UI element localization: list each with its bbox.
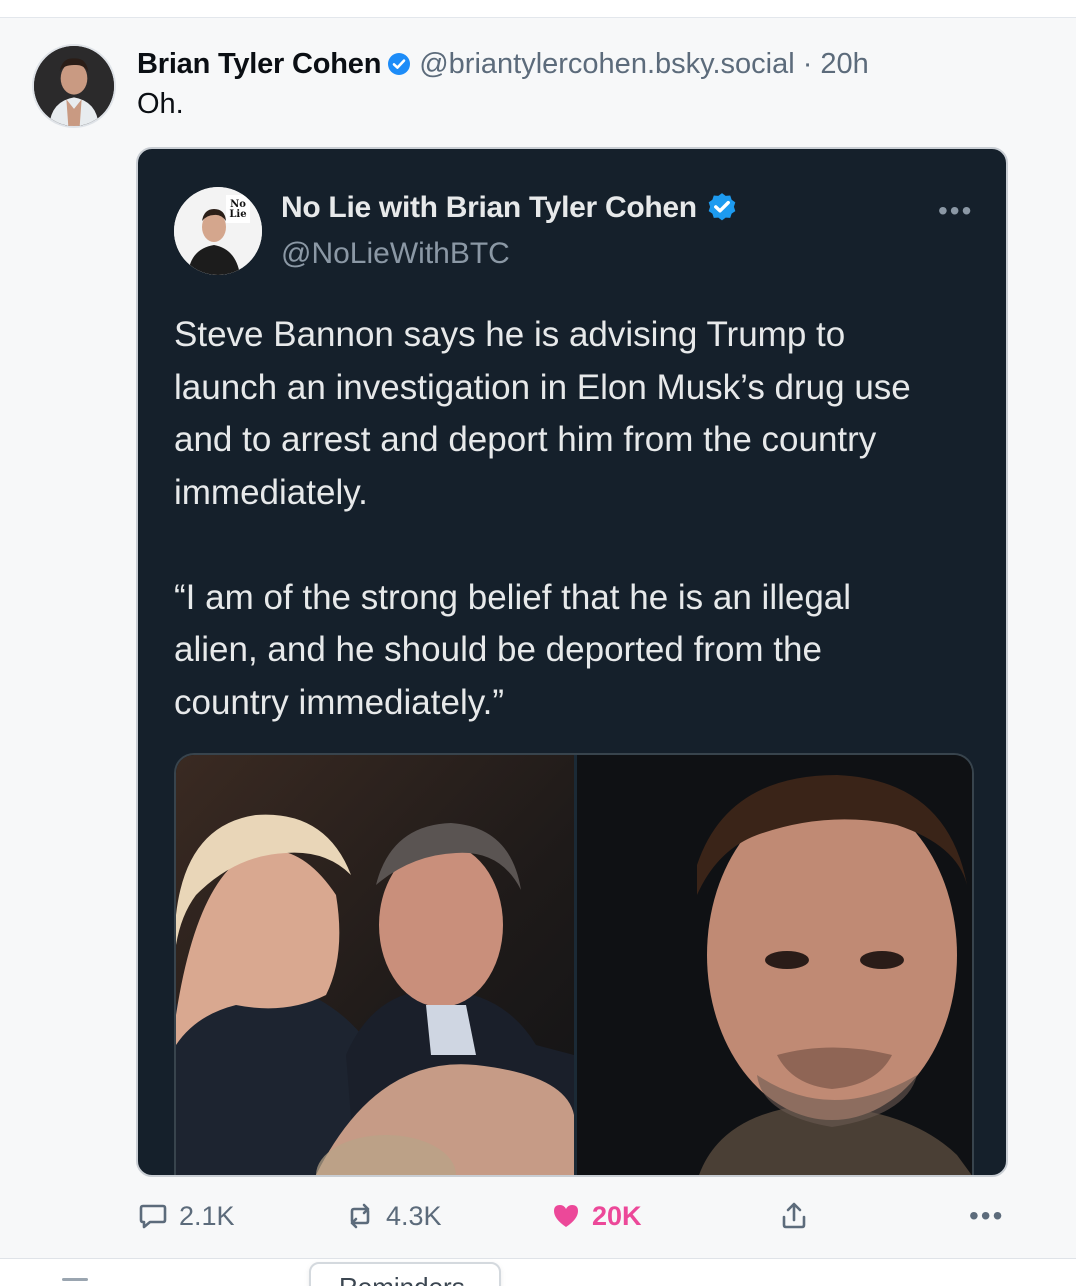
author-display-name[interactable]: Brian Tyler Cohen [137, 48, 381, 81]
reply-count: 2.1K [179, 1200, 235, 1231]
share-icon [782, 1202, 806, 1229]
embedded-more-icon: ••• [938, 195, 974, 226]
repost-count: 4.3K [386, 1200, 442, 1231]
author-avatar[interactable] [32, 44, 116, 128]
embedded-post-text: Steve Bannon says he is advising Trump t… [174, 315, 911, 722]
repost-icon [350, 1203, 370, 1229]
verified-badge-icon [387, 52, 411, 76]
photo-man-portrait [577, 755, 972, 1175]
reminders-label: Reminders [339, 1272, 465, 1286]
embedded-image-post[interactable]: No Lie No Lie with Brian Tyler Cohen @No… [136, 147, 1008, 1177]
post-actions: 2.1K 4.3K 20K ••• [137, 1196, 1017, 1236]
bottom-nav-glyph [62, 1278, 88, 1281]
reminders-button[interactable]: Reminders [309, 1262, 501, 1286]
reply-bubble-icon [139, 1204, 167, 1229]
bottom-divider [0, 1258, 1076, 1259]
embedded-media [174, 753, 974, 1175]
embedded-author-handle: @NoLieWithBTC [281, 237, 510, 270]
more-dots-icon[interactable]: ••• [969, 1196, 1004, 1236]
embedded-verified-badge-icon [705, 191, 739, 225]
svg-text:Lie: Lie [229, 209, 246, 220]
embedded-author-name: No Lie with Brian Tyler Cohen [281, 191, 697, 224]
embedded-author-avatar: No Lie [174, 187, 262, 275]
post-header: Brian Tyler Cohen @briantylercohen.bsky.… [137, 44, 869, 84]
author-handle[interactable]: @briantylercohen.bsky.social [419, 48, 794, 81]
like-count: 20K [592, 1200, 642, 1231]
like-button[interactable]: 20K [550, 1196, 642, 1236]
post-timestamp[interactable]: 20h [820, 48, 868, 81]
embedded-author-row: No Lie with Brian Tyler Cohen [281, 191, 739, 225]
header-separator: · [802, 47, 813, 80]
heart-icon [554, 1205, 578, 1227]
post-text: Oh. [137, 88, 184, 120]
reply-button[interactable]: 2.1K [137, 1196, 235, 1236]
repost-button[interactable]: 4.3K [344, 1196, 442, 1236]
photo-two-men-embracing [176, 755, 574, 1175]
share-button[interactable] [778, 1196, 820, 1236]
